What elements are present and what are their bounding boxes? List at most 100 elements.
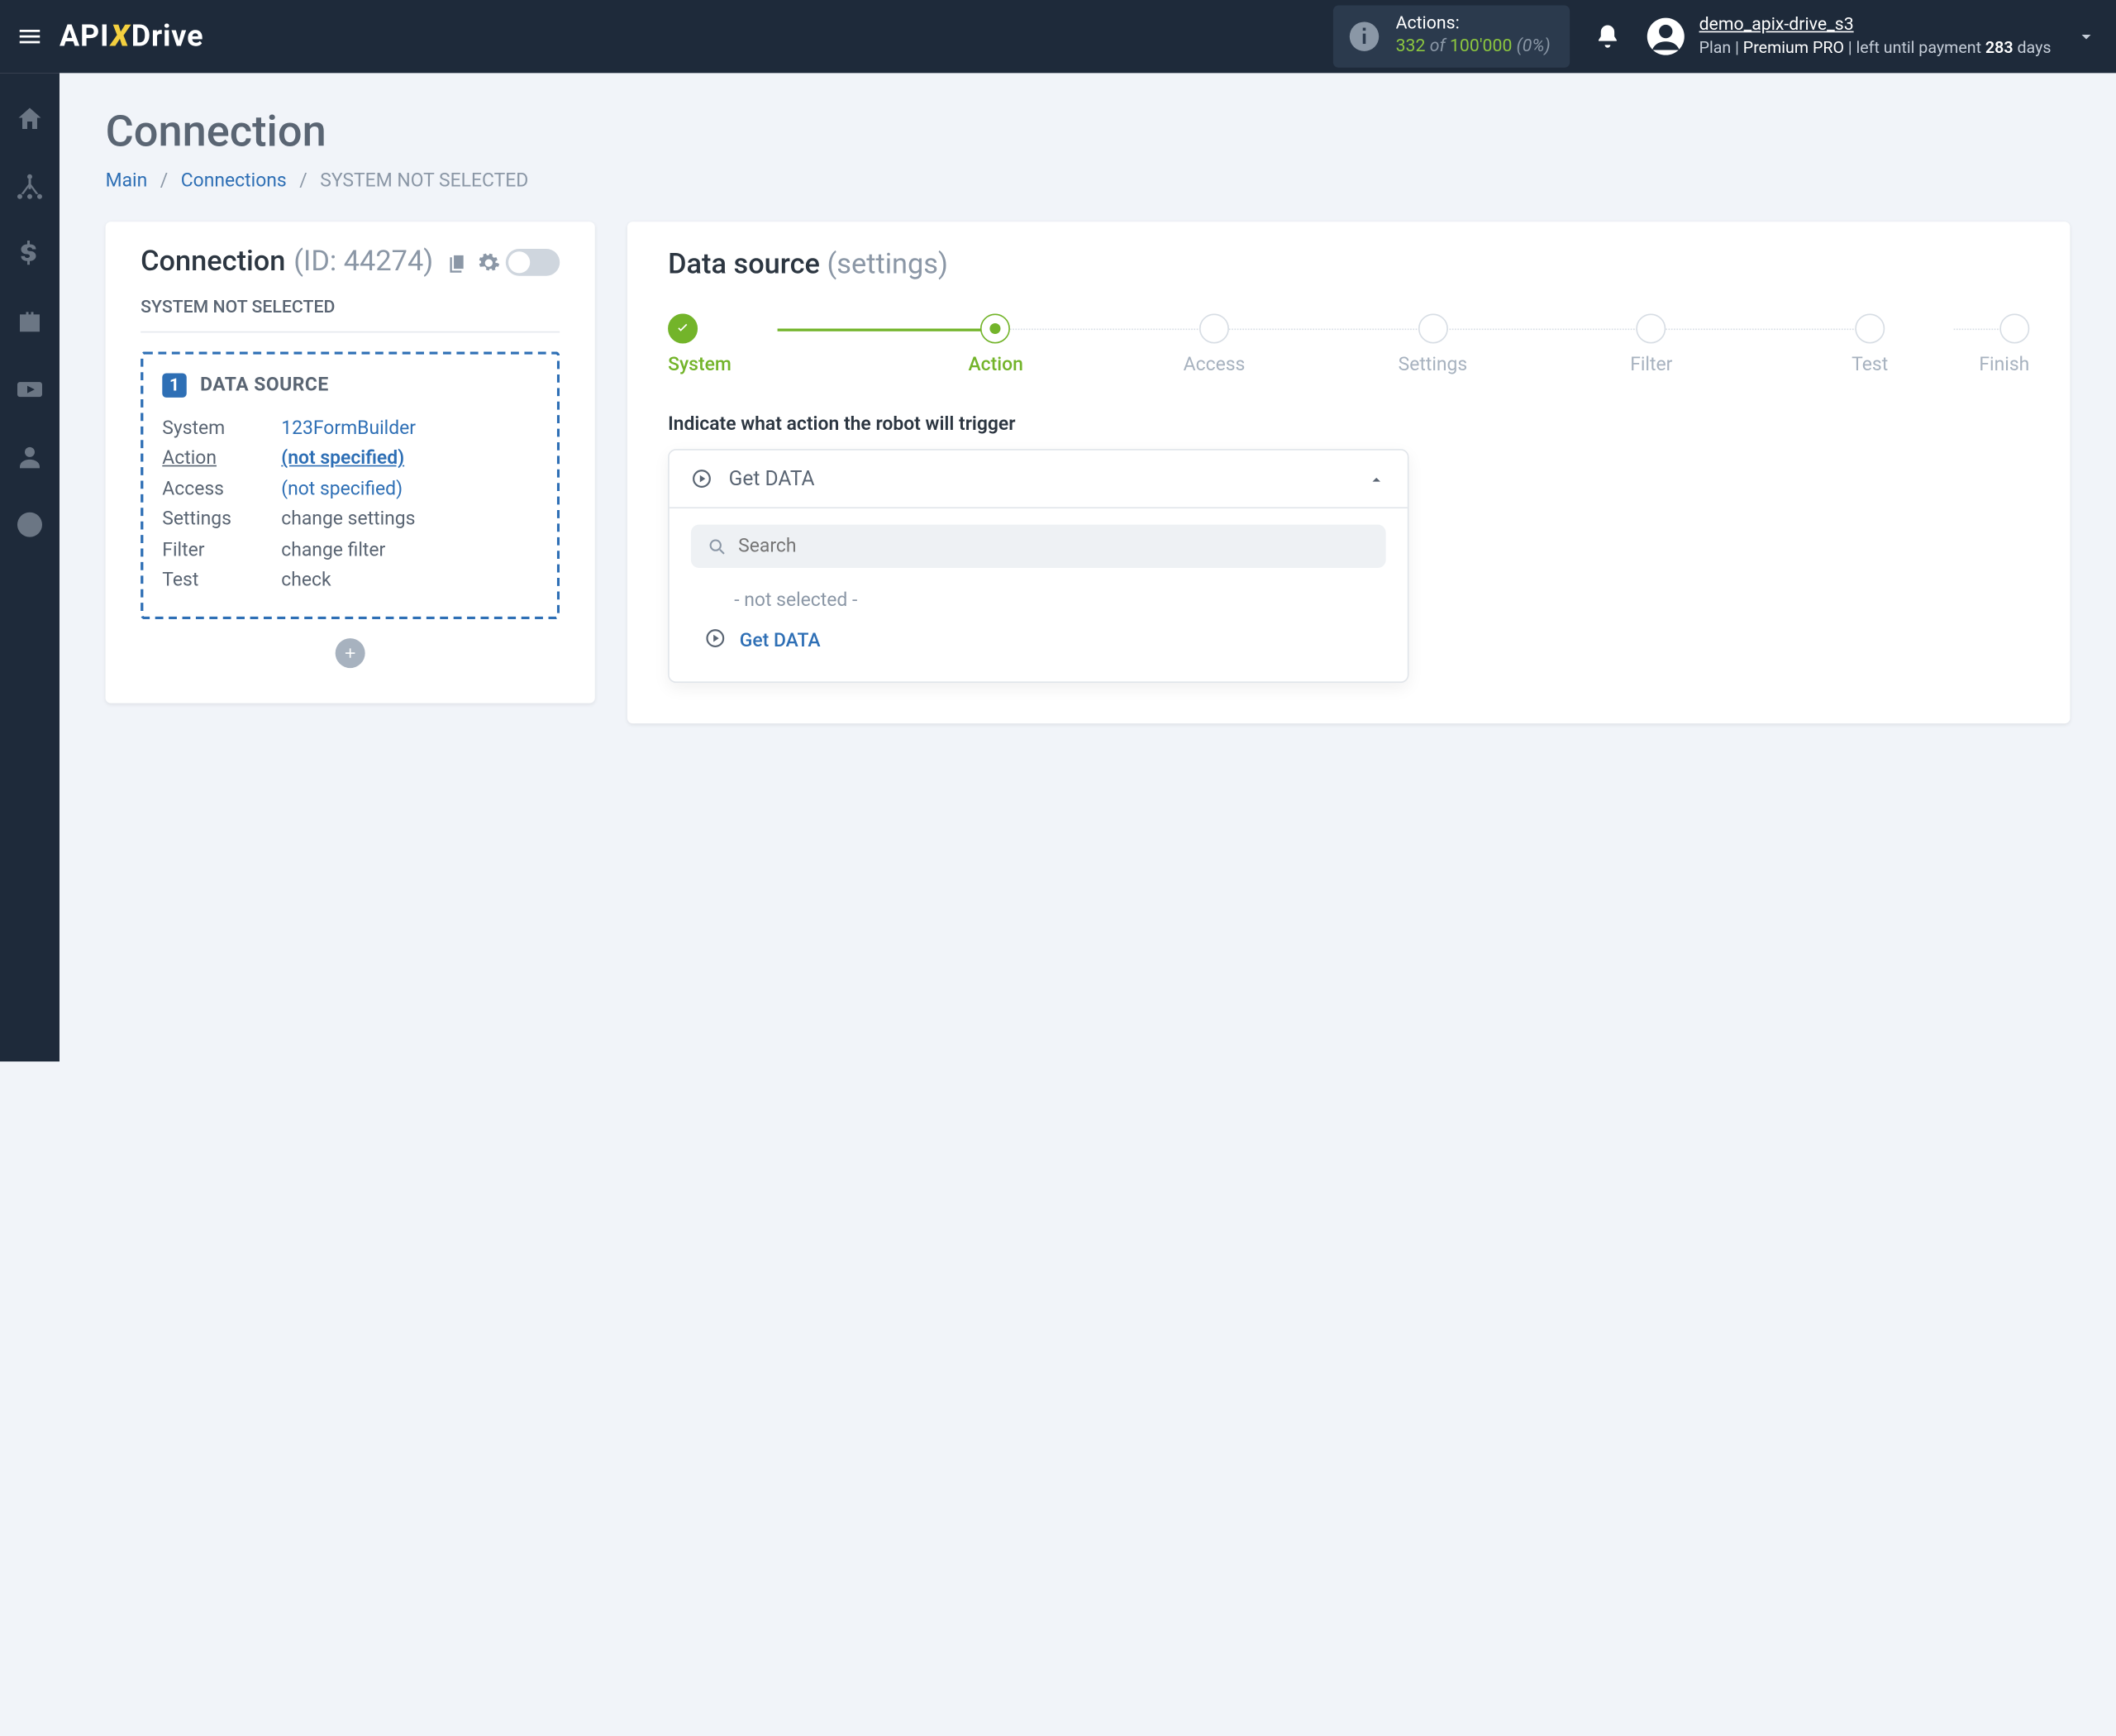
play-icon (691, 468, 712, 489)
ds-label: Test (162, 565, 281, 596)
step-label: Finish (1979, 355, 2029, 376)
step-label: Filter (1630, 355, 1672, 376)
plan-prefix: Plan | (1699, 37, 1739, 56)
user-menu[interactable]: demo_apix-drive_s3 Plan | Premium PRO | … (1645, 15, 2051, 59)
data-source-box: 1 DATA SOURCE System123FormBuilderAction… (141, 351, 560, 619)
step-circle (981, 314, 1011, 344)
step-settings[interactable]: Settings (1323, 314, 1542, 376)
step-action[interactable]: Action (886, 314, 1104, 376)
option-label: Get DATA (740, 630, 821, 651)
plan-days-num: 283 (1985, 37, 2014, 56)
plan-days-word: days (2017, 37, 2051, 56)
step-label: Test (1852, 355, 1888, 376)
step-label: System (668, 355, 732, 376)
breadcrumb-connections[interactable]: Connections (181, 170, 287, 192)
step-label: Action (968, 355, 1022, 376)
option-get-data[interactable]: Get DATA (691, 619, 1386, 662)
card-title: Connection (141, 246, 285, 279)
actions-label: Actions: (1396, 14, 1551, 37)
connection-summary-card: Connection (ID: 44274) SYSTEM NOT SELECT… (106, 222, 595, 703)
connection-id: (ID: 44274) (293, 246, 433, 279)
step-circle (1199, 314, 1229, 344)
step-label: Access (1184, 355, 1246, 376)
sidebar (0, 73, 60, 1061)
user-name: demo_apix-drive_s3 (1699, 15, 2052, 38)
notifications-bell-icon[interactable] (1594, 21, 1621, 51)
ds-row-access[interactable]: Access(not specified) (162, 475, 538, 505)
add-step-button[interactable] (336, 639, 365, 669)
nav-user-icon[interactable] (13, 441, 45, 473)
step-access[interactable]: Access (1105, 314, 1323, 376)
nav-billing-icon[interactable] (13, 238, 45, 270)
page-title: Connection (106, 106, 2071, 157)
breadcrumb-current: SYSTEM NOT SELECTED (320, 170, 528, 192)
actions-used: 332 (1396, 36, 1426, 57)
chevron-up-icon (1367, 470, 1386, 489)
step-filter[interactable]: Filter (1542, 314, 1761, 376)
ds-value: check (281, 565, 331, 596)
ds-value: 123FormBuilder (281, 414, 416, 445)
nav-home-icon[interactable] (13, 103, 45, 135)
logo-text-pre: API (60, 20, 109, 54)
ds-label: Settings (162, 504, 281, 535)
ds-row-settings[interactable]: Settingschange settings (162, 504, 538, 535)
search-input[interactable] (738, 536, 1370, 557)
ds-label: Access (162, 475, 281, 505)
step-finish[interactable]: Finish (1979, 314, 2029, 376)
nav-help-icon[interactable] (13, 508, 45, 541)
ds-number: 1 (162, 373, 186, 397)
app-header: API X Drive Actions: 332 of 100'000 (0%) (0, 0, 2116, 73)
user-avatar-icon (1645, 17, 1685, 57)
hamburger-menu-icon[interactable] (0, 23, 60, 50)
settings-subtitle: (settings) (827, 249, 949, 281)
data-source-settings-card: Data source (settings) System Action Acces… (627, 222, 2070, 723)
step-system[interactable]: System (668, 314, 886, 376)
ds-value: change filter (281, 535, 385, 565)
step-label: Settings (1399, 355, 1468, 376)
logo-text-x: X (111, 20, 130, 54)
ds-row-test[interactable]: Testcheck (162, 565, 538, 596)
stepper: System Action Access Settings Filter Test Fini… (668, 314, 2029, 376)
ds-label: System (162, 414, 281, 445)
connection-toggle[interactable] (506, 249, 560, 276)
card-subtitle: SYSTEM NOT SELECTED (141, 298, 560, 333)
ds-value: (not specified) (281, 475, 403, 505)
ds-value: change settings (281, 504, 415, 535)
main-content: Connection Main / Connections / SYSTEM N… (60, 73, 2116, 1061)
step-circle (1999, 314, 2029, 344)
step-circle (1418, 314, 1447, 344)
info-icon (1347, 19, 1383, 55)
actions-pct: (0%) (1517, 36, 1551, 57)
copy-icon[interactable] (447, 250, 470, 274)
nav-briefcase-icon[interactable] (13, 306, 45, 338)
ds-value: (not specified) (281, 444, 404, 475)
ds-label: Action (162, 444, 281, 475)
breadcrumb: Main / Connections / SYSTEM NOT SELECTED (106, 170, 2071, 192)
ds-row-action[interactable]: Action(not specified) (162, 444, 538, 475)
option-not-selected[interactable]: - not selected - (691, 581, 1386, 619)
step-circle (668, 314, 698, 344)
plan-suffix: | left until payment (1848, 37, 1981, 56)
step-circle (1637, 314, 1666, 344)
step-circle (1855, 314, 1885, 344)
dropdown-selected[interactable]: Get DATA (670, 451, 1408, 508)
dropdown-selected-text: Get DATA (729, 466, 1351, 490)
nav-youtube-icon[interactable] (13, 373, 45, 405)
gear-icon[interactable] (478, 250, 501, 274)
chevron-down-icon[interactable] (2075, 26, 2097, 47)
breadcrumb-main[interactable]: Main (106, 170, 148, 192)
logo-text-post: Drive (131, 20, 204, 54)
actions-counter[interactable]: Actions: 332 of 100'000 (0%) (1333, 6, 1569, 68)
ds-row-system[interactable]: System123FormBuilder (162, 414, 538, 445)
ds-row-filter[interactable]: Filterchange filter (162, 535, 538, 565)
logo[interactable]: API X Drive (60, 20, 203, 54)
action-dropdown: Get DATA - not selected - Get DATA (668, 449, 1408, 683)
ds-title: DATA SOURCE (200, 374, 329, 396)
plan-name: Premium PRO (1743, 37, 1844, 56)
actions-of: of (1430, 36, 1446, 57)
dropdown-search[interactable] (691, 525, 1386, 568)
actions-total: 100'000 (1450, 36, 1512, 57)
nav-connections-icon[interactable] (13, 170, 45, 203)
step-test[interactable]: Test (1761, 314, 1979, 376)
settings-title: Data source (668, 249, 820, 281)
